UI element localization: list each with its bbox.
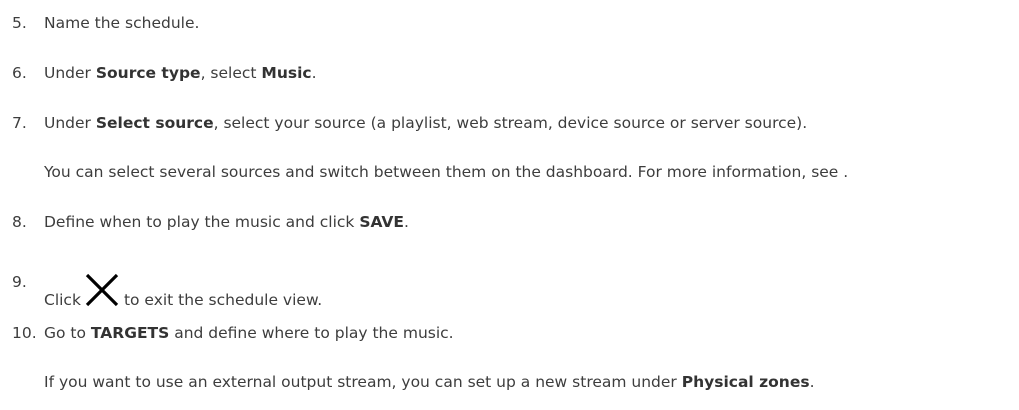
step-text: Under Select source, select your source … — [44, 113, 807, 133]
step-text: Click to exit the schedule view. — [44, 272, 322, 310]
step-number: 5. — [12, 14, 27, 32]
ui-term-save: SAVE — [359, 213, 405, 231]
step-number: 9. — [12, 273, 27, 291]
step-text-part: If you want to use an external output st… — [44, 373, 682, 391]
step-text: Name the schedule. — [44, 13, 199, 33]
ui-term-source-type: Source type — [95, 64, 201, 82]
step-number: 7. — [12, 114, 27, 132]
step-text-part: , select your source (a playlist, web st… — [213, 114, 808, 132]
step-text-part: and define where to play the music. — [169, 324, 454, 342]
step-text-part: . — [311, 64, 317, 82]
ui-term-targets: TARGETS — [90, 324, 170, 342]
close-icon — [85, 273, 119, 307]
step-text-part: . — [809, 373, 815, 391]
step-text-part: Define when to play the music and click — [44, 213, 360, 231]
ui-term-music: Music — [261, 64, 312, 82]
instruction-list: 5. Name the schedule. 6. Under Source ty… — [0, 0, 1019, 410]
step-text-part: Go to — [44, 324, 91, 342]
step-text-part: Under — [44, 64, 96, 82]
step-text: Go to TARGETS and define where to play t… — [44, 323, 454, 343]
step-text: Under Source type, select Music. — [44, 63, 317, 83]
step-number: 6. — [12, 64, 27, 82]
step-text-part: Under — [44, 114, 96, 132]
step-10-note: If you want to use an external output st… — [44, 372, 815, 392]
step-number: 8. — [12, 213, 27, 231]
step-7-note: You can select several sources and switc… — [44, 163, 849, 181]
step-text-part: Name the schedule. — [44, 14, 200, 32]
step-text-part: , select — [200, 64, 262, 82]
ui-term-select-source: Select source — [95, 114, 214, 132]
step-text-part: to exit the schedule view. — [123, 291, 323, 309]
step-text-part: Click — [44, 291, 81, 309]
step-text-part: . — [404, 213, 409, 231]
step-number: 10. — [12, 324, 37, 342]
step-text: Define when to play the music and click … — [44, 212, 409, 232]
ui-term-physical-zones: Physical zones — [681, 373, 810, 391]
